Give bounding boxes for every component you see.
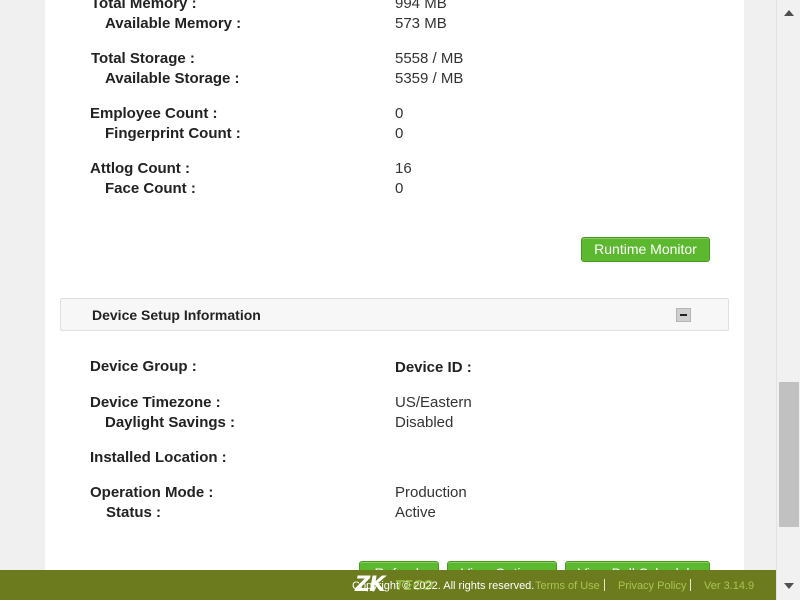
- collapse-minus-icon[interactable]: [676, 308, 691, 322]
- device-timezone-value: US/Eastern: [395, 394, 472, 411]
- operation-mode-value: Production: [395, 484, 467, 501]
- employee-count-value: 0: [395, 105, 404, 122]
- status-label: Status :: [106, 504, 162, 521]
- device-timezone-label: Device Timezone :: [90, 394, 221, 411]
- status-value: Active: [395, 504, 436, 521]
- footer-bar: ZK TECO Copyright © 2022. All rights res…: [0, 570, 776, 600]
- employee-count-label: Employee Count :: [90, 105, 218, 122]
- runtime-monitor-button[interactable]: Runtime Monitor: [581, 237, 710, 262]
- available-storage-value: 5359 / MB: [395, 70, 464, 87]
- scroll-up-arrow-icon[interactable]: [784, 10, 794, 16]
- daylight-savings-value: Disabled: [395, 414, 454, 431]
- scroll-down-arrow-icon[interactable]: [784, 583, 794, 589]
- scrollbar-thumb[interactable]: [779, 382, 799, 527]
- attlog-count-value: 16: [395, 160, 412, 177]
- available-memory-label: Available Memory :: [105, 15, 242, 32]
- privacy-policy-link[interactable]: Privacy Policy: [618, 580, 686, 592]
- version-text: Ver 3.14.9: [704, 580, 755, 592]
- available-memory-value: 573 MB: [395, 15, 447, 32]
- daylight-savings-label: Daylight Savings :: [105, 414, 236, 431]
- device-setup-section-header[interactable]: Device Setup Information: [60, 298, 729, 331]
- content-viewport: Total Memory : 994 MB Available Memory :…: [0, 0, 776, 600]
- operation-mode-label: Operation Mode :: [90, 484, 214, 501]
- section-title: Device Setup Information: [92, 307, 261, 323]
- footer-separator: [690, 579, 691, 591]
- device-id-label: Device ID :: [395, 359, 472, 376]
- total-storage-label: Total Storage :: [91, 50, 195, 67]
- total-memory-label: Total Memory :: [91, 0, 197, 12]
- total-storage-value: 5558 / MB: [395, 50, 464, 67]
- copyright-text: Copyright © 2022. All rights reserved.: [352, 580, 535, 592]
- available-storage-label: Available Storage :: [105, 70, 240, 87]
- attlog-count-label: Attlog Count :: [90, 160, 190, 177]
- installed-location-label: Installed Location :: [90, 449, 227, 466]
- terms-of-use-link[interactable]: Terms of Use: [535, 580, 600, 592]
- device-group-label: Device Group :: [90, 358, 197, 375]
- total-memory-value: 994 MB: [395, 0, 447, 12]
- vertical-scrollbar[interactable]: [776, 0, 800, 600]
- footer-separator: [604, 579, 605, 591]
- fingerprint-count-label: Fingerprint Count :: [105, 125, 241, 142]
- face-count-label: Face Count :: [105, 180, 196, 197]
- fingerprint-count-value: 0: [395, 125, 404, 142]
- face-count-value: 0: [395, 180, 404, 197]
